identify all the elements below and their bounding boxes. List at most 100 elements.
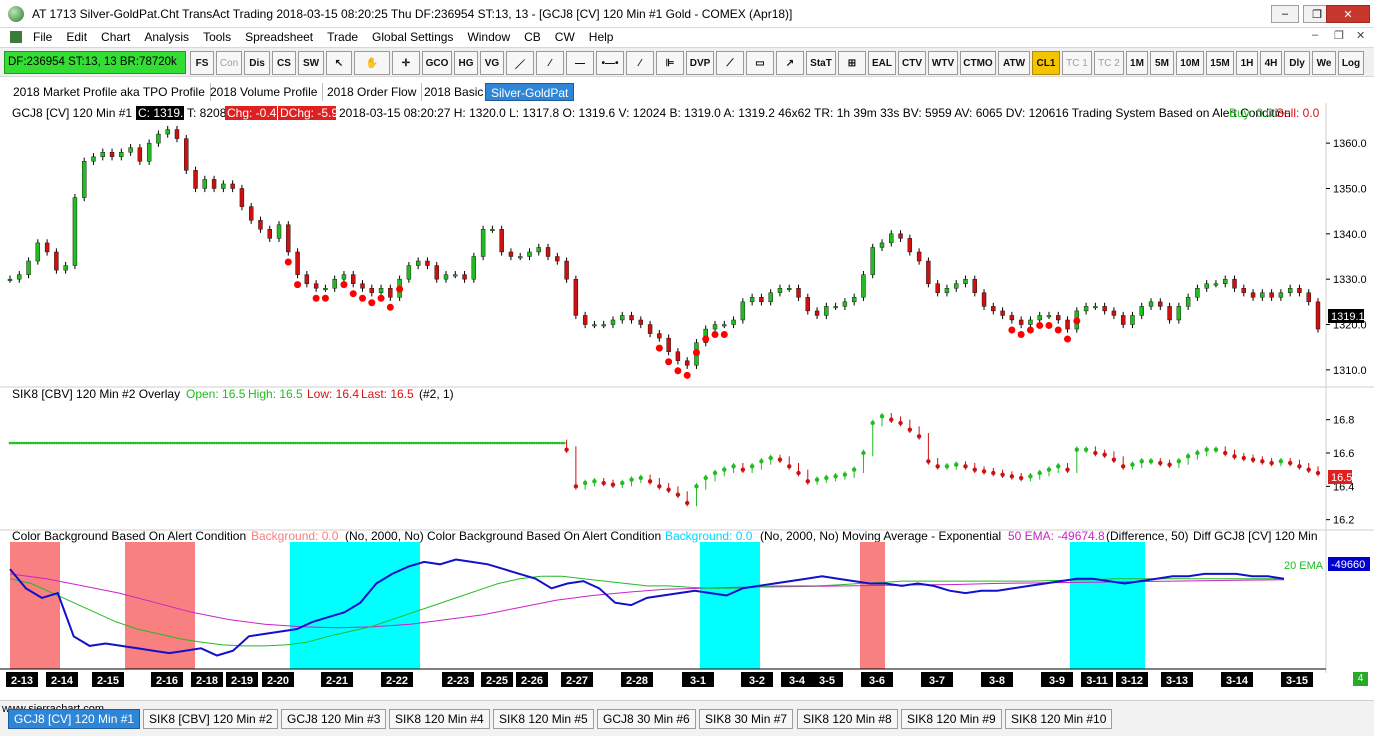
tab-order-flow[interactable]: 2018 Order Flow — [322, 83, 423, 101]
tool-dly-button[interactable]: Dly — [1284, 51, 1310, 75]
tab-basic[interactable]: 2018 Basic — [419, 83, 490, 101]
chart-tab-10[interactable]: SIK8 120 Min #10 — [1005, 709, 1113, 729]
tool-atw-button[interactable]: ATW — [998, 51, 1030, 75]
tool-wtv-button[interactable]: WTV — [928, 51, 958, 75]
hline-tool-icon[interactable]: — — [566, 51, 594, 75]
menu-chart[interactable]: Chart — [94, 30, 137, 44]
fib-tool-icon[interactable]: ⊫ — [656, 51, 684, 75]
chart-tab-1[interactable]: GCJ8 [CV] 120 Min #1 — [8, 709, 141, 729]
hray-tool-icon[interactable]: •—• — [596, 51, 624, 75]
chart-tab-5[interactable]: SIK8 120 Min #5 — [493, 709, 594, 729]
chart-tab-3[interactable]: GCJ8 120 Min #3 — [281, 709, 387, 729]
silver-dot — [8, 441, 12, 445]
silver-dot — [435, 441, 439, 445]
menu-trade[interactable]: Trade — [320, 30, 365, 44]
x-label: 3-12 — [1121, 675, 1143, 687]
price-candle — [239, 188, 245, 207]
silver-close-dot — [1120, 464, 1126, 469]
menu-spreadsheet[interactable]: Spreadsheet — [238, 30, 320, 44]
price-candle — [184, 138, 189, 171]
tool-fs-button[interactable]: FS — [190, 51, 214, 75]
channel-tool-icon[interactable]: ⟋ — [716, 51, 744, 75]
price-candle — [926, 260, 931, 284]
tool-tc2-button[interactable]: TC 2 — [1094, 51, 1124, 75]
tool-4h-button[interactable]: 4H — [1260, 51, 1282, 75]
tab-silver-goldpat[interactable]: Silver-GoldPat — [485, 83, 575, 101]
menu-tools[interactable]: Tools — [196, 30, 238, 44]
chart-area[interactable]: GCJ8 [CV] 120 Min #1 C: 1319.1 T: 8208 C… — [0, 103, 1374, 689]
price-candle — [332, 278, 337, 289]
chart-tab-7[interactable]: SIK8 30 Min #7 — [699, 709, 794, 729]
menu-file[interactable]: File — [26, 30, 59, 44]
menu-cw[interactable]: CW — [548, 30, 582, 44]
silver-dot — [284, 441, 288, 445]
extend-line-tool-icon[interactable]: ⁄ — [626, 51, 654, 75]
tool-dis-button[interactable]: Dis — [244, 51, 270, 75]
pointer-tool-icon[interactable]: ↖ — [326, 51, 352, 75]
chart-tab-9[interactable]: SIK8 120 Min #9 — [901, 709, 1002, 729]
menu-edit[interactable]: Edit — [59, 30, 94, 44]
chart-tab-6[interactable]: GCJ8 30 Min #6 — [597, 709, 696, 729]
arrow-tool-icon[interactable]: ↗ — [776, 51, 804, 75]
calculator-tool-icon[interactable]: ⊞ — [838, 51, 866, 75]
tab-market-profile[interactable]: 2018 Market Profile aka TPO Profile — [8, 83, 211, 101]
close-button[interactable]: ✕ — [1326, 5, 1370, 23]
minimize-button[interactable]: – — [1271, 5, 1299, 23]
silver-dot — [247, 441, 251, 445]
tool-tc1-button[interactable]: TC 1 — [1062, 51, 1092, 75]
hand-tool-icon[interactable]: ✋ — [354, 51, 390, 75]
mdi-close-button[interactable]: ✕ — [1356, 29, 1365, 42]
tool-10m-button[interactable]: 10M — [1176, 51, 1204, 75]
tool-eal-button[interactable]: EAL — [868, 51, 896, 75]
mdi-restore-button[interactable]: ❐ — [1334, 29, 1344, 42]
rectangle-tool-icon[interactable]: ▭ — [746, 51, 774, 75]
menu-global-settings[interactable]: Global Settings — [365, 30, 460, 44]
tool-vg-button[interactable]: VG — [480, 51, 504, 75]
silver-dot — [50, 441, 54, 445]
chart-tab-4[interactable]: SIK8 120 Min #4 — [389, 709, 490, 729]
ray-tool-icon[interactable]: ⁄ — [536, 51, 564, 75]
tool-log-button[interactable]: Log — [1338, 51, 1364, 75]
crosshair-tool-icon[interactable]: ✛ — [392, 51, 420, 75]
line-tool-icon[interactable]: ／ — [506, 51, 534, 75]
tool-cs-button[interactable]: CS — [272, 51, 296, 75]
tool-stat-button[interactable]: StaT — [806, 51, 836, 75]
tool-hg-button[interactable]: HG — [454, 51, 478, 75]
signal-dot — [294, 281, 302, 289]
chart-svg[interactable]: GCJ8 [CV] 120 Min #1 C: 1319.1 T: 8208 C… — [0, 103, 1374, 689]
tool-con-button[interactable]: Con — [216, 51, 242, 75]
tool-cl1-button[interactable]: CL1 — [1032, 51, 1060, 75]
menu-window[interactable]: Window — [460, 30, 517, 44]
menu-help[interactable]: Help — [582, 30, 621, 44]
tool-ctmo-button[interactable]: CTMO — [960, 51, 996, 75]
tool-dvp-button[interactable]: DVP — [686, 51, 714, 75]
tool-gco-button[interactable]: GCO — [422, 51, 452, 75]
price-candle — [54, 251, 59, 271]
tool-15m-button[interactable]: 15M — [1206, 51, 1234, 75]
silver-dot — [514, 441, 517, 445]
tab-volume-profile[interactable]: 2018 Volume Profile — [205, 83, 324, 101]
silver-close-dot — [647, 479, 653, 484]
menu-cb[interactable]: CB — [517, 30, 548, 44]
silver-dot — [124, 441, 128, 445]
tool-1m-button[interactable]: 1M — [1126, 51, 1148, 75]
silver-dot — [120, 441, 123, 445]
tool-ctv-button[interactable]: CTV — [898, 51, 926, 75]
silver-dot — [78, 441, 81, 445]
silver-dot — [222, 441, 225, 445]
tool-1h-button[interactable]: 1H — [1236, 51, 1258, 75]
x-label: 2-23 — [447, 675, 469, 687]
menu-analysis[interactable]: Analysis — [137, 30, 196, 44]
tool-sw-button[interactable]: SW — [298, 51, 324, 75]
silver-dot — [20, 441, 23, 445]
alert-region-0 — [10, 542, 60, 669]
chart-tab-8[interactable]: SIK8 120 Min #8 — [797, 709, 898, 729]
mdi-minimize-button[interactable]: – — [1312, 29, 1318, 41]
price-candle — [26, 260, 31, 275]
tool-we-button[interactable]: We — [1312, 51, 1336, 75]
price-candle — [916, 251, 922, 262]
chart-tab-2[interactable]: SIK8 [CBV] 120 Min #2 — [143, 709, 279, 729]
silver-dot — [217, 441, 221, 445]
title-bar: AT 1713 Silver-GoldPat.Cht TransAct Trad… — [0, 0, 1374, 28]
tool-5m-button[interactable]: 5M — [1150, 51, 1174, 75]
